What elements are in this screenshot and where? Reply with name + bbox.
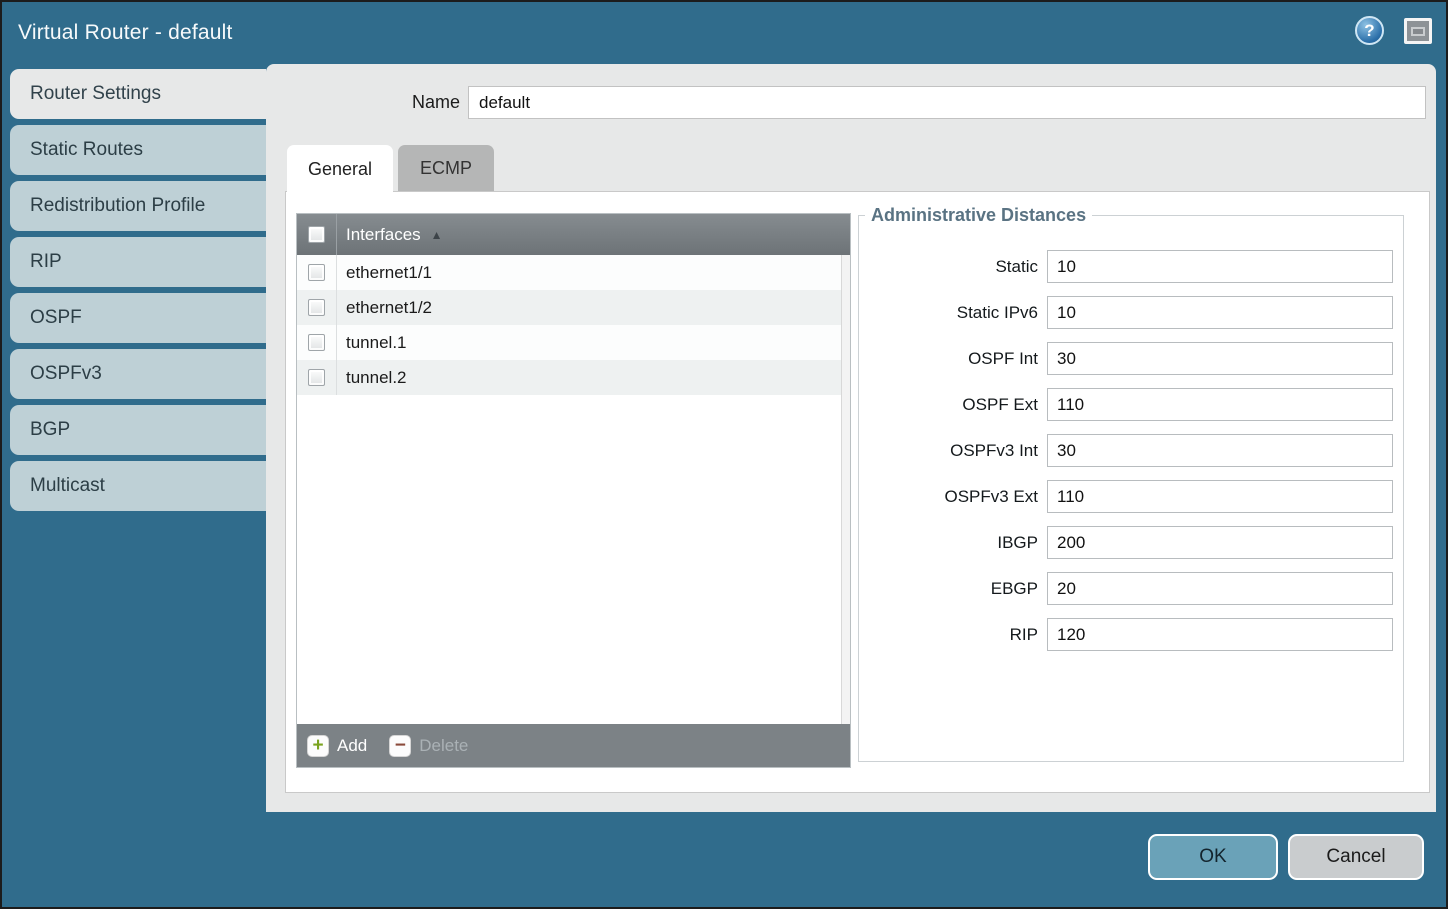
- delete-minus-icon: −: [389, 735, 411, 757]
- row-checkbox[interactable]: [308, 264, 325, 281]
- sidebar-item-ospf[interactable]: OSPF: [10, 293, 266, 343]
- static-ipv6-label: Static IPv6: [859, 296, 1047, 329]
- row-checkbox[interactable]: [308, 369, 325, 386]
- name-label: Name: [310, 86, 460, 119]
- administrative-distances-fields: Static Static IPv6 OSPF Int OSPF Ext: [859, 250, 1403, 651]
- row-checkbox[interactable]: [308, 299, 325, 316]
- cancel-button[interactable]: Cancel: [1288, 834, 1424, 880]
- sidebar-item-router-settings[interactable]: Router Settings: [10, 69, 266, 119]
- field-ospfv3-ext: OSPFv3 Ext: [859, 480, 1393, 513]
- static-ipv6-input[interactable]: [1047, 296, 1393, 329]
- table-row[interactable]: ethernet1/2: [297, 290, 850, 325]
- sidebar-item-label: Router Settings: [30, 83, 161, 105]
- ok-button[interactable]: OK: [1148, 834, 1278, 880]
- add-plus-icon: +: [307, 735, 329, 757]
- field-ospf-int: OSPF Int: [859, 342, 1393, 375]
- row-checkbox-cell: [297, 360, 337, 395]
- interface-name: tunnel.1: [337, 333, 407, 353]
- ospfv3-int-input[interactable]: [1047, 434, 1393, 467]
- interface-name: ethernet1/2: [337, 298, 432, 318]
- ebgp-label: EBGP: [859, 572, 1047, 605]
- sidebar-item-rip[interactable]: RIP: [10, 237, 266, 287]
- row-checkbox[interactable]: [308, 334, 325, 351]
- field-ibgp: IBGP: [859, 526, 1393, 559]
- help-icon[interactable]: ?: [1355, 16, 1384, 45]
- content-area: Name General ECMP Interfaces ▲: [266, 64, 1436, 812]
- name-input[interactable]: [468, 86, 1426, 119]
- interfaces-table-footer: + Add − Delete: [297, 724, 850, 767]
- maximize-window-icon-inner: [1411, 27, 1425, 36]
- dialog-title: Virtual Router - default: [18, 2, 233, 64]
- select-all-checkbox[interactable]: [308, 226, 325, 243]
- tab-general[interactable]: General: [287, 145, 393, 193]
- ospfv3-int-label: OSPFv3 Int: [859, 434, 1047, 467]
- interfaces-table: Interfaces ▲ ethernet1/1 ethernet1/2: [296, 213, 851, 768]
- general-tab-panel: Interfaces ▲ ethernet1/1 ethernet1/2: [285, 191, 1430, 793]
- tab-general-label: General: [308, 159, 372, 180]
- sort-ascending-icon[interactable]: ▲: [431, 228, 443, 242]
- maximize-window-icon[interactable]: [1404, 18, 1432, 44]
- add-button-label: Add: [337, 736, 367, 756]
- virtual-router-dialog: Virtual Router - default ? Router Settin…: [0, 0, 1448, 909]
- field-ospf-ext: OSPF Ext: [859, 388, 1393, 421]
- titlebar: Virtual Router - default ?: [2, 2, 1446, 64]
- table-row[interactable]: tunnel.1: [297, 325, 850, 360]
- interfaces-table-header[interactable]: Interfaces ▲: [297, 214, 850, 255]
- delete-button-label: Delete: [419, 736, 468, 756]
- sidebar-item-multicast[interactable]: Multicast: [10, 461, 266, 511]
- table-scrollbar[interactable]: [841, 255, 850, 724]
- field-ospfv3-int: OSPFv3 Int: [859, 434, 1393, 467]
- ospfv3-ext-input[interactable]: [1047, 480, 1393, 513]
- tab-ecmp[interactable]: ECMP: [398, 145, 494, 191]
- cancel-button-label: Cancel: [1326, 846, 1385, 868]
- tab-ecmp-label: ECMP: [420, 158, 472, 179]
- ospf-ext-input[interactable]: [1047, 388, 1393, 421]
- administrative-distances-group: Administrative Distances Static Static I…: [858, 205, 1404, 762]
- rip-label: RIP: [859, 618, 1047, 651]
- delete-button[interactable]: − Delete: [389, 735, 468, 757]
- ospf-int-input[interactable]: [1047, 342, 1393, 375]
- administrative-distances-title: Administrative Distances: [865, 205, 1092, 226]
- ibgp-label: IBGP: [859, 526, 1047, 559]
- static-input[interactable]: [1047, 250, 1393, 283]
- sidebar-item-static-routes[interactable]: Static Routes: [10, 125, 266, 175]
- ospf-ext-label: OSPF Ext: [859, 388, 1047, 421]
- row-checkbox-cell: [297, 255, 337, 290]
- field-rip: RIP: [859, 618, 1393, 651]
- ok-button-label: OK: [1199, 846, 1226, 868]
- ospf-int-label: OSPF Int: [859, 342, 1047, 375]
- field-ebgp: EBGP: [859, 572, 1393, 605]
- sidebar-item-label: Static Routes: [30, 139, 143, 161]
- row-checkbox-cell: [297, 290, 337, 325]
- table-row[interactable]: tunnel.2: [297, 360, 850, 395]
- field-static: Static: [859, 250, 1393, 283]
- sidebar-item-label: Multicast: [30, 475, 105, 497]
- select-all-column: [297, 214, 337, 255]
- rip-input[interactable]: [1047, 618, 1393, 651]
- help-glyph: ?: [1364, 21, 1374, 41]
- field-static-ipv6: Static IPv6: [859, 296, 1393, 329]
- static-label: Static: [859, 250, 1047, 283]
- interfaces-column-header[interactable]: Interfaces: [337, 225, 421, 245]
- sidebar: Router Settings Static Routes Redistribu…: [10, 69, 266, 517]
- ebgp-input[interactable]: [1047, 572, 1393, 605]
- row-checkbox-cell: [297, 325, 337, 360]
- interface-name: ethernet1/1: [337, 263, 432, 283]
- sidebar-item-label: OSPF: [30, 307, 82, 329]
- table-row[interactable]: ethernet1/1: [297, 255, 850, 290]
- table-empty-area: [297, 395, 850, 724]
- sidebar-item-redistribution-profile[interactable]: Redistribution Profile: [10, 181, 266, 231]
- sidebar-item-label: BGP: [30, 419, 70, 441]
- sidebar-item-label: OSPFv3: [30, 363, 102, 385]
- sidebar-item-label: RIP: [30, 251, 62, 273]
- sidebar-item-label: Redistribution Profile: [30, 195, 205, 217]
- add-button[interactable]: + Add: [307, 735, 367, 757]
- ospfv3-ext-label: OSPFv3 Ext: [859, 480, 1047, 513]
- interface-name: tunnel.2: [337, 368, 407, 388]
- sidebar-item-ospfv3[interactable]: OSPFv3: [10, 349, 266, 399]
- sidebar-item-bgp[interactable]: BGP: [10, 405, 266, 455]
- ibgp-input[interactable]: [1047, 526, 1393, 559]
